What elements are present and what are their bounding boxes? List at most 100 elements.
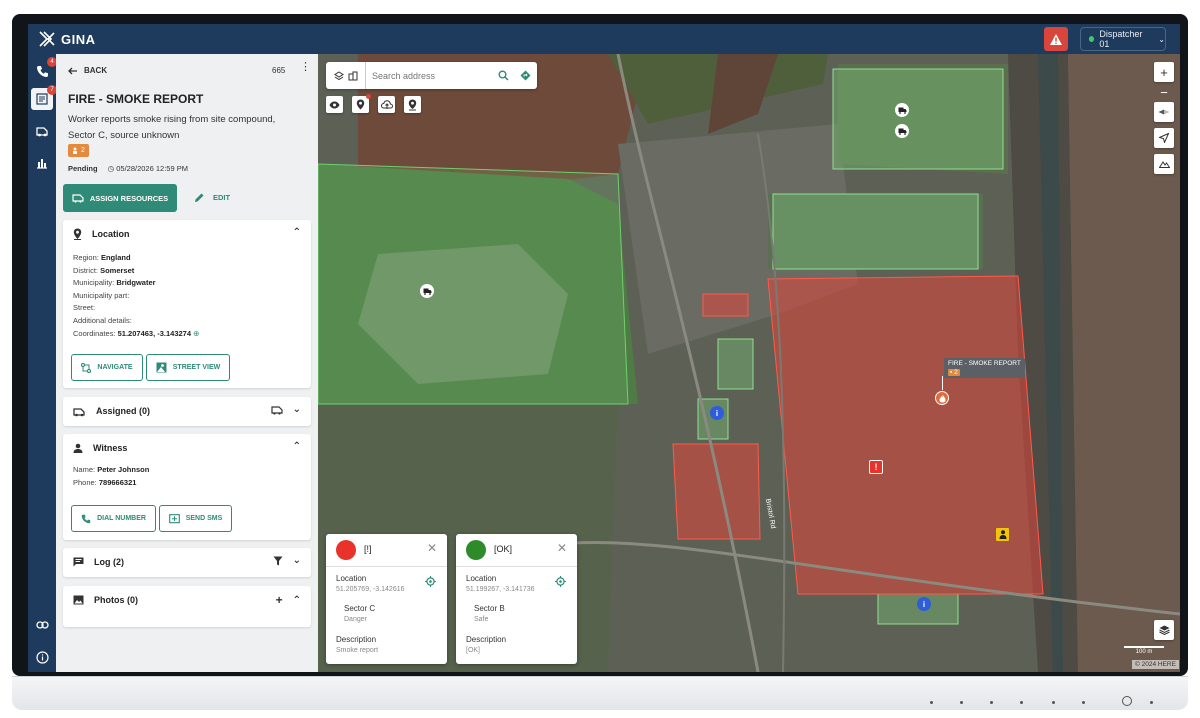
- rail-info[interactable]: [31, 646, 53, 668]
- vehicle-marker[interactable]: [895, 124, 909, 138]
- incident-number: 665: [272, 66, 286, 75]
- dispatcher-select[interactable]: Dispatcher 01 ⌄: [1080, 27, 1166, 51]
- route-icon: [81, 362, 92, 373]
- back-label: BACK: [84, 66, 108, 75]
- rail-links[interactable]: [31, 614, 53, 636]
- popup-state: Safe: [474, 616, 489, 623]
- rail-incidents[interactable]: 7: [31, 85, 57, 110]
- exclamation-icon: !: [874, 462, 878, 472]
- chevron-up-icon[interactable]: ⌃: [293, 227, 301, 238]
- incident-datetime: ◷ 05/28/2026 12:59 PM: [108, 164, 188, 173]
- chevron-up-icon[interactable]: ⌃: [293, 595, 301, 606]
- info-marker[interactable]: i: [710, 406, 724, 420]
- vehicle-marker[interactable]: [420, 284, 434, 298]
- log-card: Log (2) ⌄: [63, 548, 311, 577]
- location-card-header[interactable]: Location ⌃: [63, 220, 311, 248]
- popup-divider: [456, 566, 577, 567]
- clock-icon: ◷: [107, 164, 115, 173]
- pencil-icon: [195, 193, 204, 202]
- search-icon[interactable]: [498, 70, 509, 81]
- zone-popup-danger[interactable]: [!] ✕ Location 51.205769, -3.142616 Sect…: [326, 534, 447, 664]
- edit-button[interactable]: EDIT: [194, 192, 230, 203]
- rail-vehicles[interactable]: [31, 120, 53, 142]
- vehicle-icon: [36, 127, 48, 137]
- chevron-up-icon[interactable]: ⌃: [293, 441, 301, 452]
- weather-button[interactable]: [378, 96, 395, 113]
- nav-rail: 4 7: [28, 54, 57, 672]
- popup-sector: Sector B: [474, 604, 505, 613]
- edit-label: EDIT: [213, 193, 231, 202]
- my-location-button[interactable]: [1154, 128, 1174, 148]
- street-row: Street:: [73, 303, 96, 313]
- navigation-arrow-icon: [1159, 133, 1169, 143]
- priority-count: 2: [81, 147, 85, 154]
- warning-icon: [1050, 33, 1062, 45]
- layer-toggle[interactable]: [326, 62, 366, 89]
- incident-map-label-count: 2: [954, 369, 958, 376]
- rail-calls[interactable]: 4: [31, 57, 57, 82]
- additional-details-row: Additional details:: [73, 315, 132, 325]
- target-icon[interactable]: [425, 576, 436, 587]
- terrain-button[interactable]: [1154, 154, 1174, 174]
- witness-phone-label: Phone:: [73, 477, 97, 487]
- map-view[interactable]: Bristol Rd Search address + − i i ! FIRE…: [318, 54, 1180, 672]
- send-sms-button[interactable]: SEND SMS: [159, 505, 232, 532]
- popup-coordinates: 51.199267, -3.141736: [466, 586, 535, 593]
- app-screen: GINA Dispatcher 01 ⌄ 4 7 BACK 665 ⋮ FIRE…: [28, 24, 1180, 672]
- assigned-card-header[interactable]: Assigned (0) ⌄: [63, 397, 311, 425]
- chevron-down-icon[interactable]: ⌄: [293, 555, 301, 566]
- target-icon[interactable]: ⊕: [193, 329, 199, 338]
- witness-details: Name: Peter Johnson Phone: 789666321: [63, 464, 311, 489]
- search-input[interactable]: [372, 70, 492, 81]
- truck-icon: [898, 128, 906, 135]
- map-layers-button[interactable]: [1154, 620, 1174, 640]
- zoom-in-button[interactable]: +: [1154, 62, 1174, 82]
- mountain-icon: [1158, 161, 1170, 168]
- add-icon[interactable]: +: [276, 593, 283, 607]
- witness-card: Witness ⌃ Name: Peter Johnson Phone: 789…: [63, 434, 311, 540]
- vehicle-icon: [73, 407, 85, 416]
- assign-vehicle-icon[interactable]: [271, 405, 283, 415]
- fire-incident-marker[interactable]: [935, 391, 949, 405]
- more-options-icon[interactable]: ⋮: [300, 62, 311, 73]
- popup-description-label: Description: [336, 635, 377, 644]
- zone-popup-safe[interactable]: [OK] ✕ Location 51.199267, -3.141736 Sec…: [456, 534, 577, 664]
- close-icon[interactable]: ✕: [427, 541, 437, 555]
- bezel-button: [1020, 701, 1023, 704]
- danger-marker[interactable]: !: [869, 460, 883, 474]
- phone-icon: [36, 65, 48, 77]
- map-pins-button[interactable]: [352, 94, 371, 113]
- power-icon: [1122, 696, 1132, 706]
- compass-button[interactable]: [1154, 102, 1174, 122]
- location-pin-button[interactable]: [404, 96, 421, 113]
- incident-map-label-title: FIRE - SMOKE REPORT: [948, 360, 1021, 367]
- zoom-out-button[interactable]: −: [1154, 82, 1174, 102]
- info-marker[interactable]: i: [917, 597, 931, 611]
- witness-name-label: Name:: [73, 465, 96, 474]
- witness-name-row: Name: Peter Johnson: [73, 464, 311, 477]
- navigate-button[interactable]: NAVIGATE: [71, 354, 143, 381]
- dial-number-button[interactable]: DIAL NUMBER: [71, 505, 156, 532]
- chevron-down-icon[interactable]: ⌄: [293, 404, 301, 415]
- incident-map-label[interactable]: FIRE - SMOKE REPORT ▪ 2: [944, 358, 1025, 378]
- coordinates-row: Coordinates: 51.207463, -3.143274 ⊕: [73, 328, 311, 341]
- filter-icon[interactable]: [273, 556, 283, 566]
- street-view-button[interactable]: STREET VIEW: [146, 354, 230, 381]
- app-name: GINA: [61, 31, 96, 47]
- alert-button[interactable]: [1044, 27, 1068, 51]
- municipality-row: Municipality: Bridgwater: [73, 277, 311, 290]
- priority-chip: 2: [68, 144, 89, 157]
- assign-resources-button[interactable]: ASSIGN RESOURCES: [63, 184, 177, 212]
- visibility-button[interactable]: [326, 96, 343, 113]
- rail-statistics[interactable]: [31, 152, 53, 174]
- directions-icon[interactable]: [520, 70, 531, 81]
- target-icon[interactable]: [555, 576, 566, 587]
- log-card-header[interactable]: Log (2) ⌄: [63, 548, 311, 576]
- status-text: Pending: [68, 164, 98, 173]
- vehicle-marker[interactable]: [895, 103, 909, 117]
- back-button[interactable]: BACK: [68, 66, 107, 75]
- close-icon[interactable]: ✕: [557, 541, 567, 555]
- photos-card-header[interactable]: Photos (0) + ⌃: [63, 586, 311, 614]
- witness-card-header[interactable]: Witness ⌃: [63, 434, 311, 462]
- person-marker[interactable]: [996, 528, 1009, 541]
